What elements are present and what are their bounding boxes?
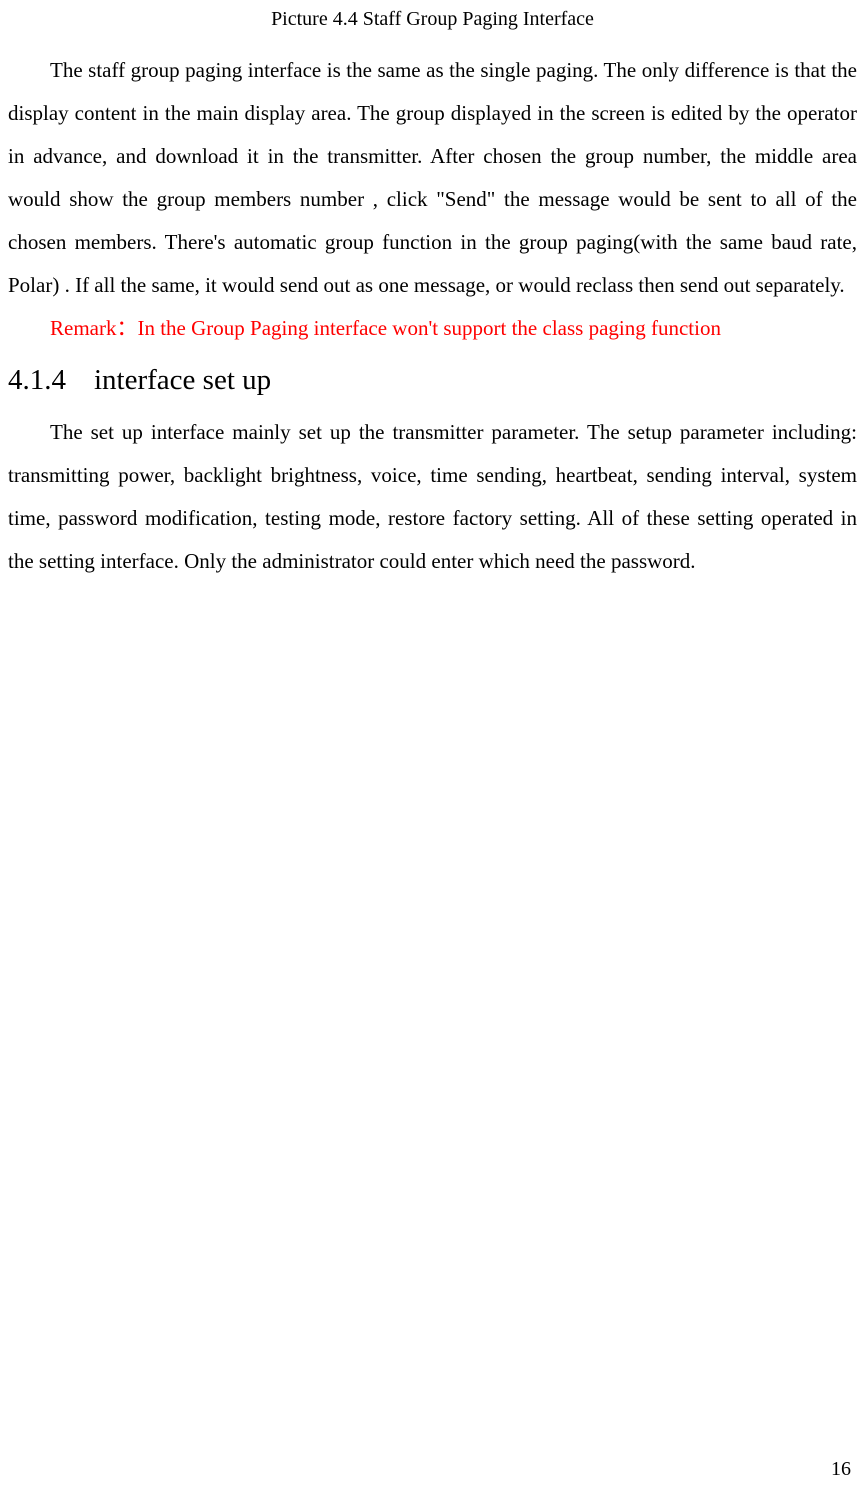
body-paragraph-1: The staff group paging interface is the … <box>8 49 857 307</box>
figure-caption: Picture 4.4 Staff Group Paging Interface <box>8 8 857 31</box>
body-paragraph-2: The set up interface mainly set up the t… <box>8 411 857 583</box>
section-title: interface set up <box>94 364 271 396</box>
page-number: 16 <box>831 1458 851 1481</box>
remark-text: Remark：In the Group Paging interface won… <box>8 307 857 350</box>
section-number: 4.1.4 <box>8 364 66 397</box>
section-heading: 4.1.4 interface set up <box>8 364 857 397</box>
